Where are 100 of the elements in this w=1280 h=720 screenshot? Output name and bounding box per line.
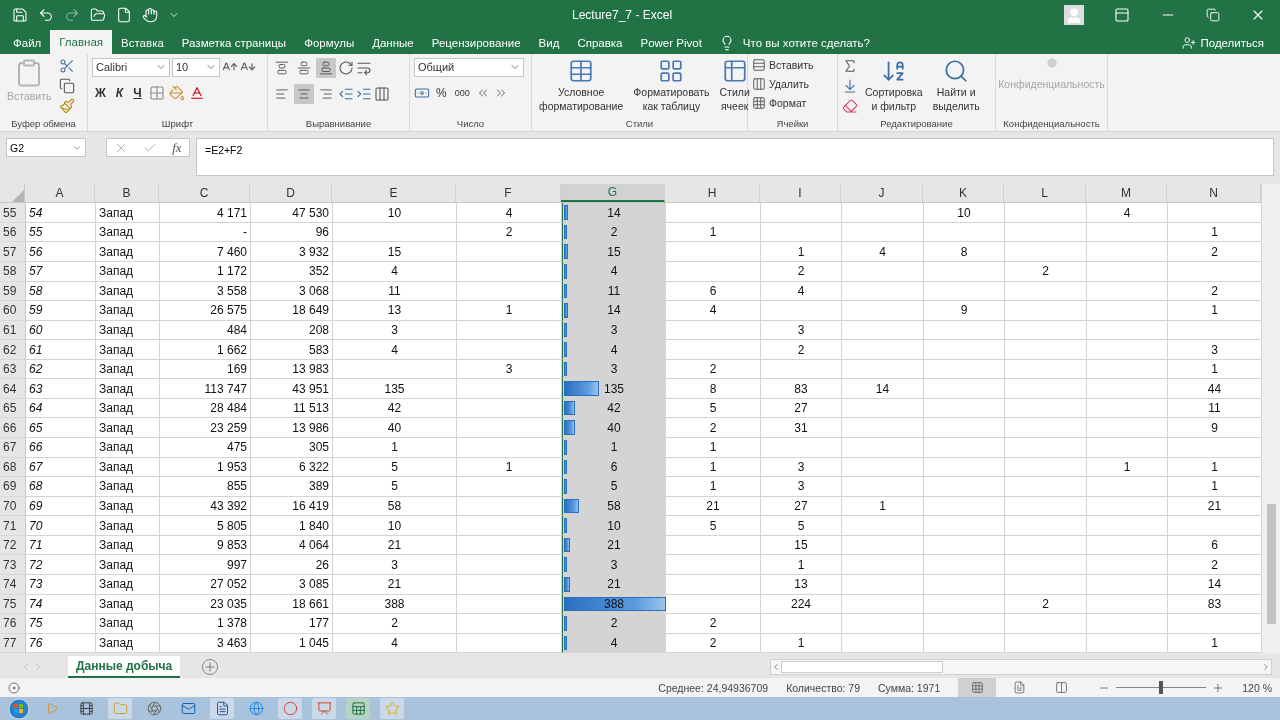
row-header[interactable]: 74 (0, 574, 26, 595)
eraser-icon[interactable] (842, 97, 858, 114)
font-color-icon[interactable] (188, 84, 205, 101)
editing-button[interactable]: Сортировка и фильтр (862, 57, 926, 112)
vertical-scrollbar[interactable] (1261, 184, 1280, 654)
name-box[interactable]: G2 (6, 138, 86, 158)
editing-button[interactable]: Найти и выделить (929, 57, 983, 112)
format-painter-icon[interactable] (58, 97, 75, 114)
styles-button[interactable]: Стили ячеек (716, 57, 753, 112)
row-header[interactable]: 69 (0, 477, 26, 497)
row-header[interactable]: 72 (0, 535, 26, 556)
thousands-button[interactable]: 000 (452, 87, 472, 98)
cells-button[interactable]: Формат (752, 95, 807, 110)
styles-button[interactable]: Форматировать как таблицу (630, 57, 713, 112)
underline-button[interactable]: Ч (130, 85, 145, 100)
percent-button[interactable]: % (434, 85, 449, 100)
merge-cells-icon[interactable] (374, 85, 390, 102)
ribbon-tab[interactable]: Файл (4, 31, 51, 54)
ribbon-tab[interactable]: Главная (50, 29, 113, 54)
number-format-field[interactable]: Общий (414, 57, 524, 77)
start-orb-icon[interactable] (8, 697, 30, 720)
view-button[interactable] (958, 678, 997, 698)
ribbon-tab[interactable]: Рецензирование (422, 31, 530, 54)
save-icon[interactable] (12, 6, 28, 23)
sigma-icon[interactable] (842, 57, 858, 74)
table-cell: 13 986 (251, 418, 333, 439)
cells-button[interactable]: Вставить (752, 57, 814, 72)
row-header[interactable]: 76 (0, 614, 26, 634)
row-header[interactable]: 61 (0, 320, 26, 341)
row-header[interactable]: 64 (0, 379, 26, 399)
bold-button[interactable]: Ж (92, 85, 109, 100)
styles-button[interactable]: Условное форматирование (536, 57, 627, 112)
row-header[interactable]: 63 (0, 359, 26, 380)
macro-record-icon[interactable] (8, 681, 20, 694)
row-header[interactable]: 65 (0, 398, 26, 419)
spreadsheet-icon[interactable] (350, 701, 366, 717)
fill-color-icon[interactable] (168, 84, 185, 101)
ribbon-tab[interactable]: Справка (568, 31, 632, 54)
redo-icon[interactable] (64, 6, 80, 23)
row-header[interactable]: 58 (0, 261, 26, 282)
font-size-field[interactable]: 10 (172, 57, 220, 77)
restore-icon[interactable] (1206, 7, 1220, 22)
table-cell: 26 575 (160, 301, 251, 321)
row-header[interactable]: 57 (0, 242, 26, 262)
share-button[interactable]: Поделиться (1176, 31, 1270, 54)
row-header[interactable]: 55 (0, 203, 26, 223)
ribbon-tab[interactable]: Разметка страницы (172, 31, 296, 54)
ribbon-display-icon[interactable] (1114, 6, 1130, 23)
folder-icon[interactable] (90, 6, 106, 23)
hand-icon[interactable] (142, 6, 158, 23)
row-header[interactable]: 68 (0, 457, 26, 478)
fill-down-icon[interactable] (842, 77, 858, 94)
italic-button[interactable]: К (112, 85, 127, 100)
film-icon[interactable] (78, 701, 94, 717)
ribbon-tab[interactable]: Вставка (112, 31, 173, 54)
mail-icon[interactable] (180, 701, 196, 717)
row-header[interactable]: 71 (0, 516, 26, 536)
ribbon-tab[interactable]: Данные (363, 31, 423, 54)
row-header[interactable]: 67 (0, 438, 26, 458)
star-icon[interactable] (384, 701, 400, 717)
sheet-tab[interactable]: Данные добыча (68, 655, 181, 678)
row-header[interactable]: 62 (0, 340, 26, 360)
ribbon-tab[interactable]: Вид (529, 31, 569, 54)
row-header[interactable]: 73 (0, 555, 26, 575)
ribbon-tab[interactable]: Power Pivot (631, 31, 711, 54)
row-header[interactable]: 75 (0, 594, 26, 615)
aperture-icon[interactable] (146, 701, 162, 717)
table-cell: 1 (666, 457, 761, 478)
globe-icon[interactable] (248, 701, 264, 717)
formula-field[interactable]: =E2+F2 (196, 138, 1274, 177)
row-header[interactable]: 77 (0, 633, 26, 654)
font-family-field[interactable]: Calibri (92, 57, 170, 77)
row-header[interactable]: 70 (0, 496, 26, 517)
table-cell: 2 (457, 222, 562, 243)
table-cell: 73 (26, 574, 96, 595)
avatar[interactable] (1064, 4, 1084, 25)
insert-function-button[interactable]: fx (172, 139, 182, 156)
column-header[interactable]: G (561, 184, 665, 203)
undo-icon[interactable] (38, 6, 54, 23)
orientation-icon[interactable] (338, 59, 354, 76)
presentation-icon[interactable] (316, 701, 332, 717)
row-header[interactable]: 60 (0, 301, 26, 321)
new-file-icon[interactable] (116, 6, 132, 23)
tell-me-field[interactable]: Что вы хотите сделать? (742, 36, 870, 49)
horizontal-scrollbar[interactable] (770, 658, 1272, 675)
zoom-in-icon[interactable] (1212, 681, 1225, 694)
zoom-thumb[interactable] (1159, 681, 1164, 695)
table-cell: 997 (160, 555, 251, 575)
row-header[interactable]: 56 (0, 222, 26, 243)
copy-icon[interactable] (58, 77, 75, 94)
document-icon[interactable] (214, 701, 230, 717)
vertical-align-button[interactable] (316, 57, 336, 78)
borders-icon[interactable] (148, 84, 165, 101)
ribbon-tab[interactable]: Формулы (295, 31, 364, 54)
cells-button[interactable]: Удалить (752, 76, 810, 91)
horizontal-align-button[interactable] (294, 83, 314, 104)
row-header[interactable]: 59 (0, 281, 26, 302)
cut-icon[interactable] (58, 57, 75, 74)
table-cell: 4 (562, 633, 666, 654)
row-header[interactable]: 66 (0, 418, 26, 439)
